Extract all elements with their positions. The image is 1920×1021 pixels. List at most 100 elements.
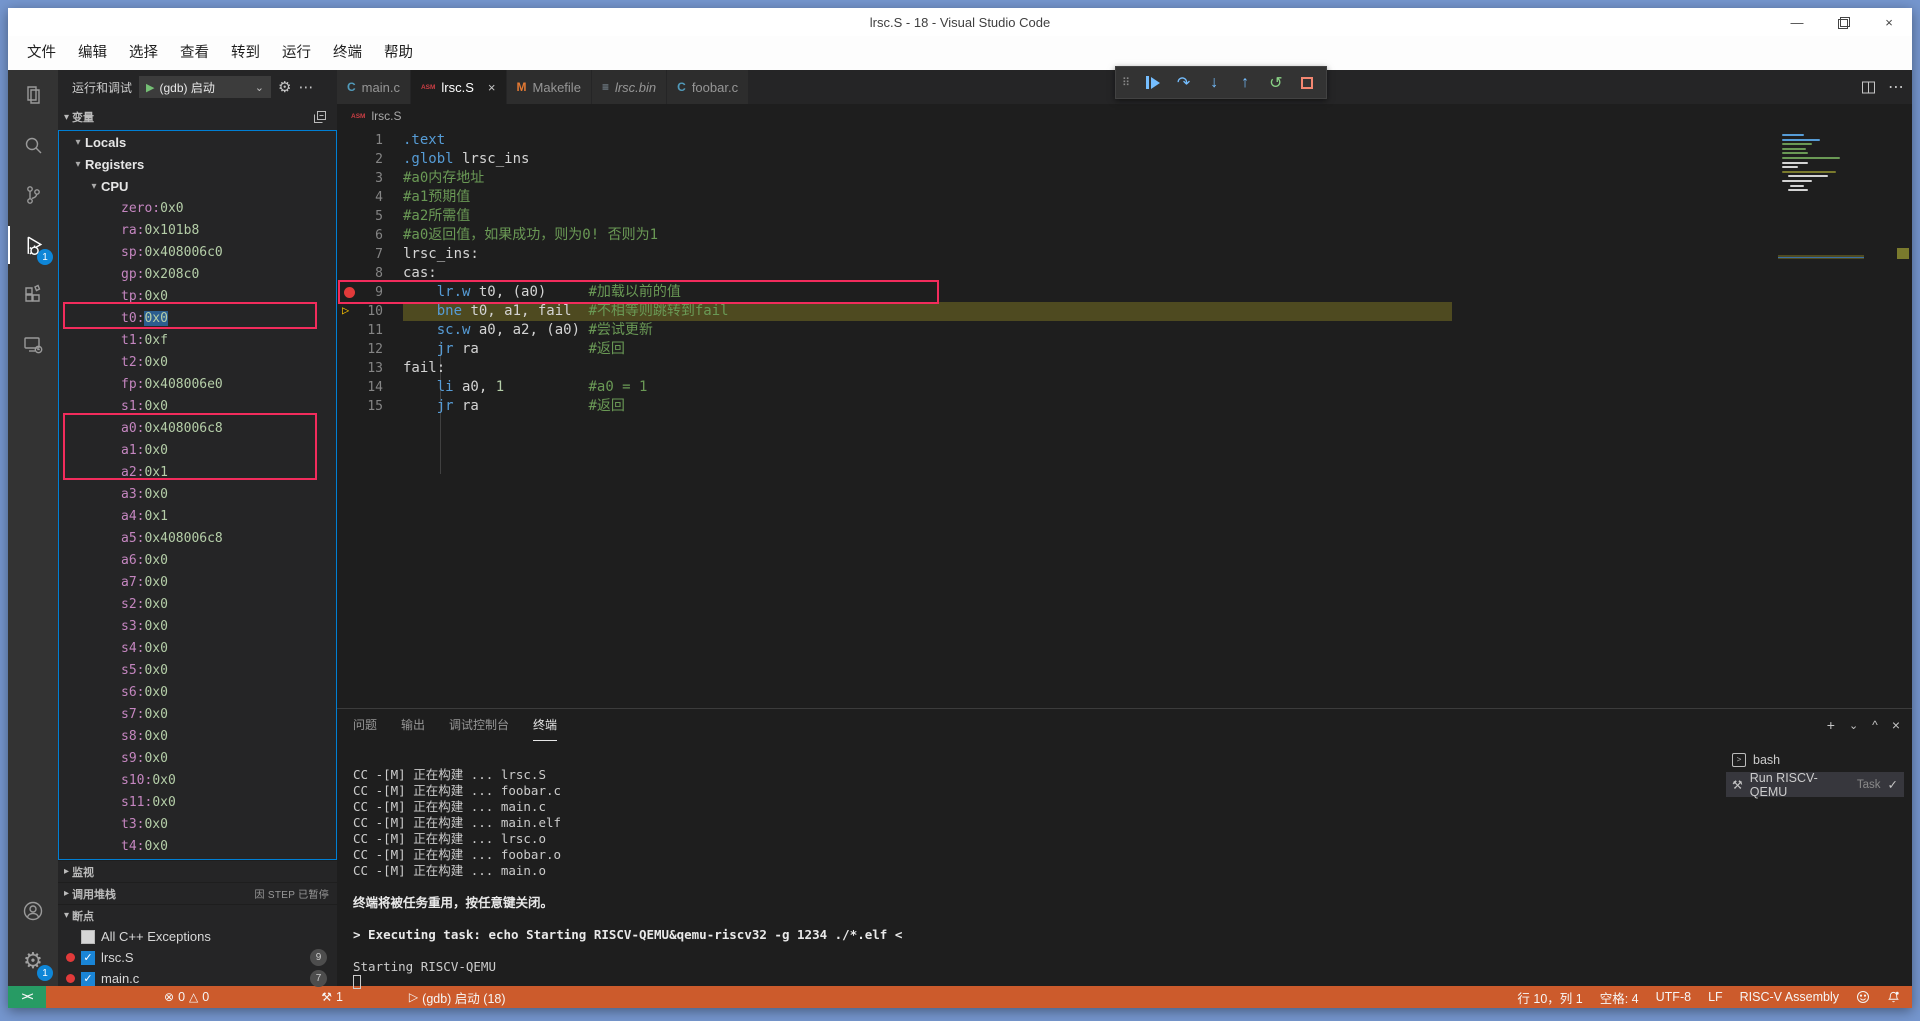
- register-row-s2[interactable]: s2: 0x0: [59, 593, 336, 615]
- code-line-10[interactable]: ▷10 bne t0, a1, fail #不相等则跳转到fail: [337, 302, 1912, 321]
- register-row-a0[interactable]: a0: 0x408006c8: [59, 417, 336, 439]
- register-row-a7[interactable]: a7: 0x0: [59, 571, 336, 593]
- feedback-icon[interactable]: [1856, 990, 1870, 1004]
- breakpoint-row-lrsc-s[interactable]: ✓lrsc.S9: [58, 947, 337, 968]
- register-row-a5[interactable]: a5: 0x408006c8: [59, 527, 336, 549]
- code-line-13[interactable]: 13fail:: [337, 359, 1912, 378]
- close-tab-icon[interactable]: ×: [488, 80, 496, 95]
- tab-lrsc-bin[interactable]: ≡lrsc.bin: [592, 70, 667, 104]
- gutter[interactable]: 13: [337, 359, 403, 378]
- register-row-t1[interactable]: t1: 0xf: [59, 329, 336, 351]
- register-row-a1[interactable]: a1: 0x0: [59, 439, 336, 461]
- registers-node[interactable]: ▾Registers: [59, 153, 336, 175]
- variables-section-header[interactable]: ▾ 变量: [58, 104, 337, 130]
- notifications-bell-icon[interactable]: [1887, 990, 1900, 1004]
- eol-status[interactable]: LF: [1708, 990, 1723, 1004]
- menu-item-编辑[interactable]: 编辑: [67, 36, 118, 70]
- debug-config-dropdown[interactable]: ▶ (gdb) 启动 ⌄: [139, 76, 271, 98]
- problems-status[interactable]: ⊗ 0 △ 0: [164, 990, 209, 1004]
- code-line-6[interactable]: 6#a0返回值，如果成功，则为0! 否则为1: [337, 226, 1912, 245]
- register-row-a6[interactable]: a6: 0x0: [59, 549, 336, 571]
- minimize-button[interactable]: —: [1774, 8, 1820, 36]
- panel-tab-问题[interactable]: 问题: [353, 709, 377, 741]
- code-line-8[interactable]: 8cas:: [337, 264, 1912, 283]
- code-line-15[interactable]: 15 jr ra #返回: [337, 397, 1912, 416]
- settings-button[interactable]: ⚙ 1: [8, 936, 58, 986]
- variables-tree[interactable]: ▾Locals▾Registers▾CPUzero: 0x0ra: 0x101b…: [58, 130, 337, 860]
- panel-tab-输出[interactable]: 输出: [401, 709, 425, 741]
- register-row-t5[interactable]: t5: 0x0: [59, 857, 336, 860]
- editor-more-actions-icon[interactable]: ⋯: [1888, 77, 1904, 97]
- language-mode[interactable]: RISC-V Assembly: [1740, 990, 1839, 1004]
- panel-tab-终端[interactable]: 终端: [533, 709, 557, 741]
- split-editor-icon[interactable]: [1861, 80, 1876, 95]
- restore-button[interactable]: [1820, 8, 1866, 36]
- sidebar-item-explorer[interactable]: [8, 70, 58, 120]
- menu-item-终端[interactable]: 终端: [322, 36, 373, 70]
- register-row-s10[interactable]: s10: 0x0: [59, 769, 336, 791]
- breakpoint-checkbox[interactable]: ✓: [81, 972, 95, 986]
- tab-foobar-c[interactable]: Cfoobar.c: [667, 70, 749, 104]
- code-editor[interactable]: 1.text2.globl lrsc_ins3#a0内存地址4#a1预期值5#a…: [337, 128, 1912, 708]
- sidebar-item-search[interactable]: [8, 120, 58, 170]
- register-row-s9[interactable]: s9: 0x0: [59, 747, 336, 769]
- gutter[interactable]: 5: [337, 207, 403, 226]
- breakpoints-section-header[interactable]: ▾ 断点: [58, 904, 337, 926]
- gutter[interactable]: 6: [337, 226, 403, 245]
- restart-button[interactable]: ↺: [1262, 70, 1289, 96]
- step-into-button[interactable]: ↓: [1201, 70, 1228, 96]
- gutter[interactable]: 2: [337, 150, 403, 169]
- code-line-9[interactable]: 9 lr.w t0, (a0) #加载以前的值: [337, 283, 1912, 302]
- register-row-sp[interactable]: sp: 0x408006c0: [59, 241, 336, 263]
- register-row-t2[interactable]: t2: 0x0: [59, 351, 336, 373]
- remote-indicator[interactable]: ><: [8, 986, 46, 1008]
- breakpoint-checkbox[interactable]: ✓: [81, 951, 95, 965]
- gutter[interactable]: 8: [337, 264, 403, 283]
- start-debug-icon[interactable]: ▶: [146, 81, 154, 94]
- breakpoint-checkbox[interactable]: [81, 930, 95, 944]
- register-row-zero[interactable]: zero: 0x0: [59, 197, 336, 219]
- register-row-a3[interactable]: a3: 0x0: [59, 483, 336, 505]
- menu-item-帮助[interactable]: 帮助: [373, 36, 424, 70]
- tab-main-c[interactable]: Cmain.c: [337, 70, 411, 104]
- code-line-3[interactable]: 3#a0内存地址: [337, 169, 1912, 188]
- tab-lrsc-S[interactable]: ASMlrsc.S×: [411, 70, 507, 104]
- tab-Makefile[interactable]: MMakefile: [507, 70, 592, 104]
- minimap[interactable]: [1782, 134, 1882, 246]
- menu-item-转到[interactable]: 转到: [220, 36, 271, 70]
- stop-button[interactable]: [1293, 70, 1320, 96]
- code-line-1[interactable]: 1.text: [337, 131, 1912, 150]
- step-out-button[interactable]: ↑: [1232, 70, 1259, 96]
- sidebar-item-remote-explorer[interactable]: [8, 320, 58, 370]
- maximize-panel-icon[interactable]: ^: [1872, 718, 1878, 732]
- breakpoint-row-all-c-exceptions[interactable]: All C++ Exceptions: [58, 926, 337, 947]
- code-line-14[interactable]: 14 li a0, 1 #a0 = 1: [337, 378, 1912, 397]
- locals-node[interactable]: ▾Locals: [59, 131, 336, 153]
- register-row-t0[interactable]: t0: 0x0: [59, 307, 336, 329]
- sidebar-item-run-and-debug[interactable]: 1: [8, 220, 58, 270]
- register-row-gp[interactable]: gp: 0x208c0: [59, 263, 336, 285]
- gutter[interactable]: 7: [337, 245, 403, 264]
- code-line-2[interactable]: 2.globl lrsc_ins: [337, 150, 1912, 169]
- gutter[interactable]: 9: [337, 283, 403, 302]
- register-row-s6[interactable]: s6: 0x0: [59, 681, 336, 703]
- menu-item-选择[interactable]: 选择: [118, 36, 169, 70]
- gutter[interactable]: 1: [337, 131, 403, 150]
- register-row-t4[interactable]: t4: 0x0: [59, 835, 336, 857]
- gutter[interactable]: 12: [337, 340, 403, 359]
- code-line-4[interactable]: 4#a1预期值: [337, 188, 1912, 207]
- register-row-s4[interactable]: s4: 0x0: [59, 637, 336, 659]
- tasks-status[interactable]: ⚒ 1: [321, 990, 343, 1004]
- code-line-12[interactable]: 12 jr ra #返回: [337, 340, 1912, 359]
- more-actions-icon[interactable]: ⋯: [298, 78, 313, 96]
- encoding-status[interactable]: UTF-8: [1656, 990, 1691, 1004]
- sidebar-item-extensions[interactable]: [8, 270, 58, 320]
- panel-tab-调试控制台[interactable]: 调试控制台: [449, 709, 509, 741]
- breadcrumb[interactable]: ASM lrsc.S: [337, 104, 1912, 128]
- terminal-dropdown-icon[interactable]: ⌄: [1849, 719, 1858, 732]
- menu-item-运行[interactable]: 运行: [271, 36, 322, 70]
- account-button[interactable]: [8, 886, 58, 936]
- terminal-list-item-bash[interactable]: >bash: [1726, 747, 1904, 772]
- code-line-5[interactable]: 5#a2所需值: [337, 207, 1912, 226]
- new-terminal-icon[interactable]: +: [1827, 717, 1835, 733]
